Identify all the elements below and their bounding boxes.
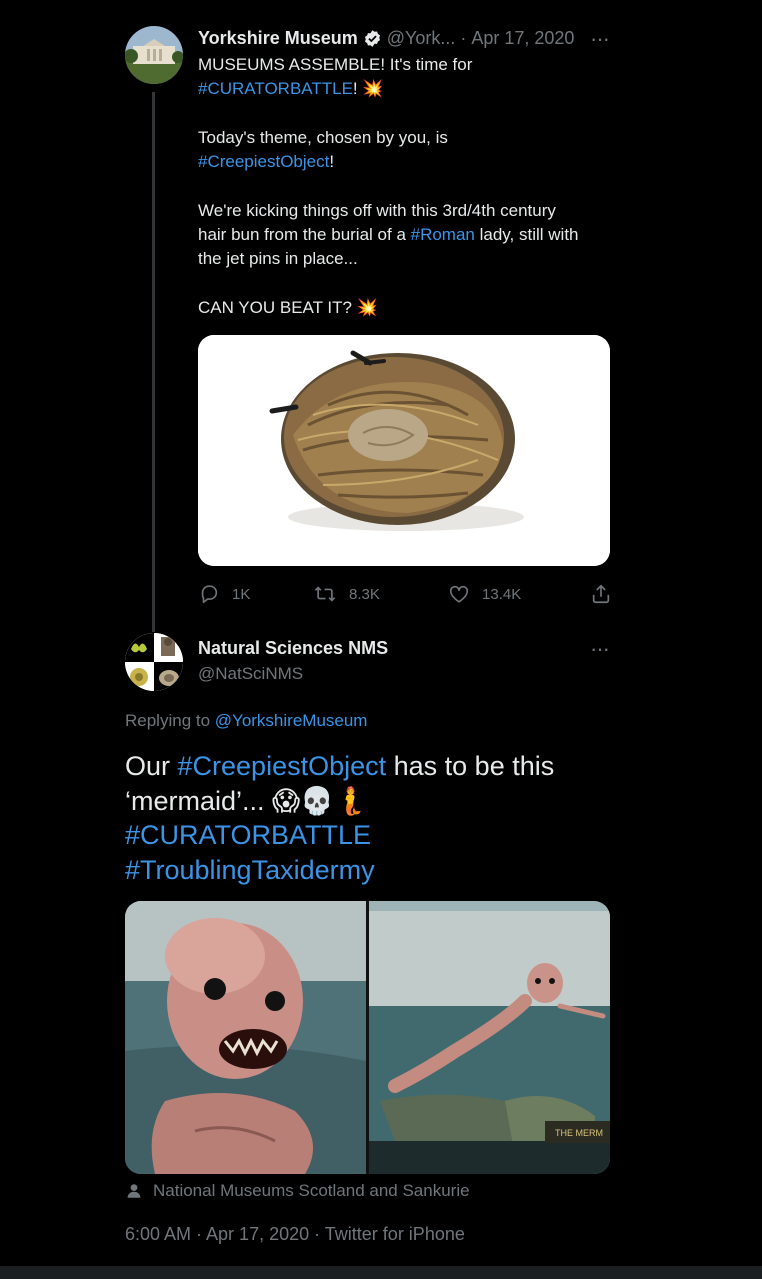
tweet1-action-bar: 1K 8.3K 13.4K [198, 583, 618, 605]
thread-connector-line [152, 92, 155, 632]
tweet-timestamp-source[interactable]: 6:00 AM · Apr 17, 2020 · Twitter for iPh… [125, 1224, 465, 1245]
hashtag-curatorbattle[interactable]: #CURATORBATTLE [125, 820, 371, 850]
heart-icon [449, 585, 469, 603]
tweet-text-fragment: lady, still with [474, 225, 579, 245]
more-options-icon[interactable]: ··· [590, 636, 610, 662]
tagged-people-text: National Museums Scotland and Sankurie [153, 1181, 470, 1200]
tweet-text-line: ‘mermaid’... 😱💀🧜 [125, 785, 368, 816]
replying-to-line: Replying to @YorkshireMuseum [125, 711, 367, 731]
separator-dot: · [460, 28, 467, 48]
tweet-text-fragment: ! 💥 [352, 79, 384, 99]
tweet-text-line: MUSEUMS ASSEMBLE! It's time for [198, 55, 473, 74]
tweet-text-line: hair bun from the burial of a #Roman lad… [198, 223, 618, 247]
author-name[interactable]: Yorkshire Museum [198, 28, 358, 49]
tagged-people-row[interactable]: National Museums Scotland and Sankurie [125, 1181, 470, 1201]
like-count: 13.4K [482, 585, 522, 603]
tweet-text-line: We're kicking things off with this 3rd/4… [198, 200, 556, 220]
hashtag-roman[interactable]: #Roman [411, 225, 475, 244]
verified-badge-icon [364, 30, 380, 47]
tweet-text-fragment: hair bun from the burial of a [198, 225, 411, 245]
tweet-text-line: #CURATORBATTLE! 💥 [198, 77, 618, 101]
tweet2-body: Our #CreepiestObject has to be this ‘mer… [125, 749, 615, 887]
tweet-text-fragment: Our [125, 751, 178, 781]
person-icon [127, 1184, 141, 1198]
tweet2-image-mermaid[interactable]: THE MERM [125, 901, 610, 1174]
hashtag-creepiestobject[interactable]: #CreepiestObject [198, 152, 329, 171]
retweet-button[interactable]: 8.3K [313, 583, 380, 605]
tweet-text-line: #CURATORBATTLE [125, 818, 615, 853]
hashtag-creepiestobject[interactable]: #CreepiestObject [178, 751, 387, 781]
museum-building-photo [125, 26, 183, 84]
hashtag-troublingtaxidermy[interactable]: #TroublingTaxidermy [125, 855, 375, 885]
tweet1-header: Yorkshire Museum @York... · Apr 17, 2020 [198, 28, 574, 49]
tweet-text-line: #CreepiestObject! [198, 150, 618, 174]
tweet1-image-hair-bun[interactable] [198, 335, 610, 566]
bottom-bar [0, 1266, 762, 1279]
avatar-natural-sciences-nms[interactable] [125, 633, 183, 691]
tweet-text-line: Our #CreepiestObject has to be this [125, 749, 615, 784]
replying-to-handle[interactable]: @YorkshireMuseum [215, 711, 368, 730]
author-handle[interactable]: @NatSciNMS [198, 664, 303, 684]
tweet-text-line: #TroublingTaxidermy [125, 853, 615, 888]
reply-count: 1K [232, 585, 251, 603]
mermaid-plaque-text: THE MERM [555, 1128, 603, 1138]
tweet-text-fragment: has to be this [386, 751, 555, 781]
tweet-date[interactable]: Apr 17, 2020 [471, 28, 574, 49]
tweet1-body: MUSEUMS ASSEMBLE! It's time for #CURATOR… [198, 53, 618, 320]
reply-icon [201, 585, 218, 604]
retweet-count: 8.3K [349, 585, 380, 603]
avatar-yorkshire-museum[interactable] [125, 26, 183, 84]
hair-bun-photo [198, 335, 610, 566]
tweet-text-line: Today's theme, chosen by you, is [198, 127, 448, 147]
mermaid-photos: THE MERM [125, 901, 610, 1174]
hashtag-curatorbattle[interactable]: #CURATORBATTLE [198, 79, 353, 98]
share-button[interactable] [590, 583, 612, 605]
author-handle[interactable]: @York... [387, 28, 456, 49]
author-name[interactable]: Natural Sciences NMS [198, 638, 388, 659]
share-icon [592, 584, 610, 604]
retweet-icon [314, 586, 336, 602]
tweet-text-fragment: ! [329, 152, 335, 172]
like-button[interactable]: 13.4K [448, 583, 521, 605]
nms-logo-quadrants [125, 633, 183, 691]
more-options-icon[interactable]: ··· [590, 26, 610, 52]
tweet-text-line: the jet pins in place... [198, 249, 358, 269]
replying-prefix: Replying to [125, 711, 215, 730]
tweet-text-line: CAN YOU BEAT IT? 💥 [198, 297, 378, 317]
reply-button[interactable]: 1K [198, 583, 250, 605]
